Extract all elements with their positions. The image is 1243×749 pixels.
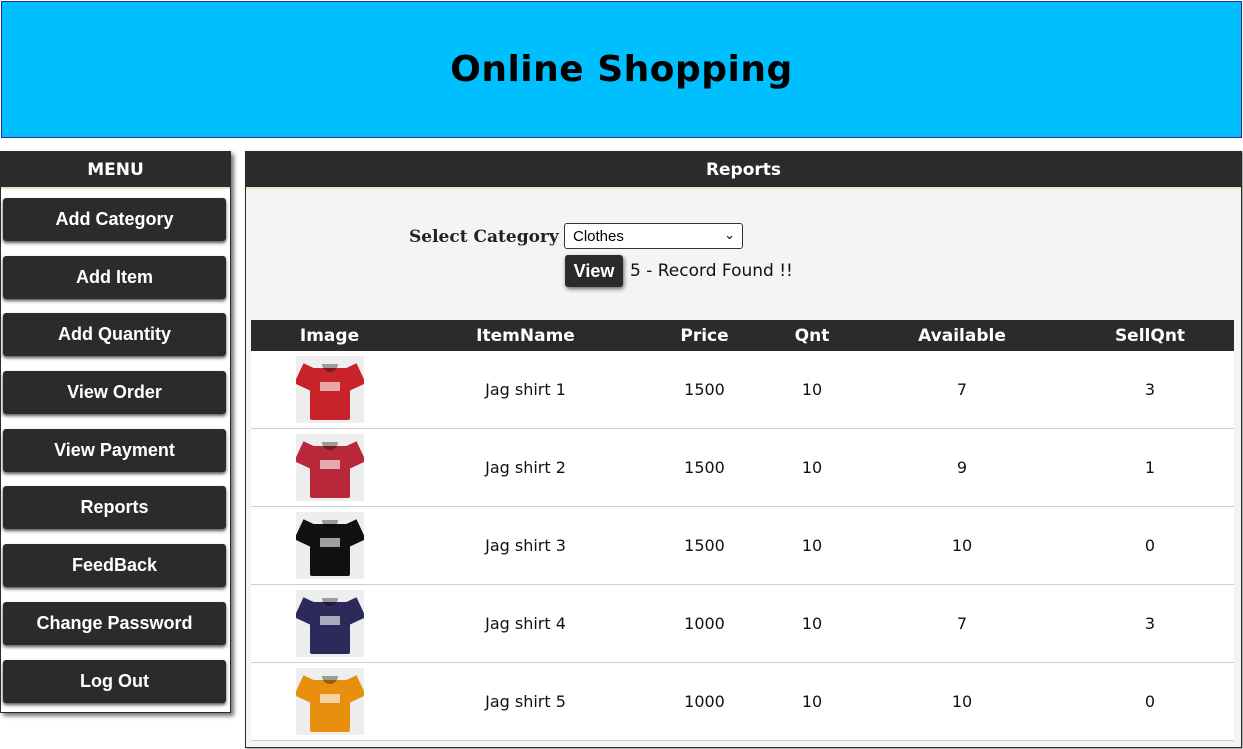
cell-sellqnt: 1 — [1066, 428, 1234, 507]
cell-itemname: Jag shirt 5 — [408, 662, 643, 741]
menu-title: MENU — [1, 152, 230, 189]
reports-panel: Reports Select Category : Clothes ⌄ View… — [245, 151, 1242, 748]
cell-image — [251, 506, 408, 585]
cell-available: 10 — [858, 506, 1066, 585]
col-header-qnt: Qnt — [766, 320, 858, 351]
cell-itemname: Jag shirt 1 — [408, 351, 643, 429]
log-out-button[interactable]: Log Out — [3, 660, 226, 703]
cell-sellqnt: 0 — [1066, 662, 1234, 741]
col-header-sellqnt: SellQnt — [1066, 320, 1234, 351]
cell-sellqnt: 3 — [1066, 584, 1234, 663]
cell-image — [251, 662, 408, 741]
cell-price: 1500 — [643, 351, 766, 429]
cell-image — [251, 351, 408, 429]
change-password-button[interactable]: Change Password — [3, 602, 226, 645]
report-table: Image ItemName Price Qnt Available SellQ… — [251, 320, 1234, 741]
cell-price: 1000 — [643, 584, 766, 663]
cell-available: 7 — [858, 584, 1066, 663]
reports-button[interactable]: Reports — [3, 486, 226, 529]
cell-image — [251, 584, 408, 663]
cell-price: 1500 — [643, 428, 766, 507]
crimson-shirt-image — [295, 434, 364, 501]
table-row: Jag shirt 3 1500 10 10 0 — [251, 506, 1234, 585]
orange-shirt-image — [295, 668, 364, 735]
cell-available: 10 — [858, 662, 1066, 741]
view-order-button[interactable]: View Order — [3, 371, 226, 414]
cell-available: 9 — [858, 428, 1066, 507]
col-header-itemname: ItemName — [408, 320, 643, 351]
cell-image — [251, 428, 408, 507]
add-quantity-button[interactable]: Add Quantity — [3, 313, 226, 356]
category-selected-value: Clothes — [573, 227, 624, 245]
col-header-price: Price — [643, 320, 766, 351]
cell-qnt: 10 — [766, 506, 858, 585]
table-row: Jag shirt 2 1500 10 9 1 — [251, 428, 1234, 507]
cell-qnt: 10 — [766, 351, 858, 429]
col-header-image: Image — [251, 320, 408, 351]
table-row: Jag shirt 4 1000 10 7 3 — [251, 584, 1234, 663]
cell-itemname: Jag shirt 2 — [408, 428, 643, 507]
cell-price: 1500 — [643, 506, 766, 585]
panel-title: Reports — [246, 152, 1241, 189]
black-shirt-image — [295, 512, 364, 579]
cell-sellqnt: 0 — [1066, 506, 1234, 585]
cell-qnt: 10 — [766, 662, 858, 741]
add-item-button[interactable]: Add Item — [3, 256, 226, 299]
cell-qnt: 10 — [766, 584, 858, 663]
cell-price: 1000 — [643, 662, 766, 741]
sidebar-menu: MENU Add Category Add Item Add Quantity … — [0, 151, 231, 713]
category-select[interactable]: Clothes ⌄ — [564, 223, 743, 249]
col-header-available: Available — [858, 320, 1066, 351]
feedback-button[interactable]: FeedBack — [3, 544, 226, 587]
cell-itemname: Jag shirt 4 — [408, 584, 643, 663]
table-row: Jag shirt 1 1500 10 7 3 — [251, 351, 1234, 429]
add-category-button[interactable]: Add Category — [3, 198, 226, 241]
navy-shirt-image — [295, 590, 364, 657]
cell-qnt: 10 — [766, 428, 858, 507]
table-header-row: Image ItemName Price Qnt Available SellQ… — [251, 320, 1234, 351]
site-header: Online Shopping — [1, 1, 1242, 138]
record-count: 5 - Record Found !! — [630, 261, 793, 281]
cell-sellqnt: 3 — [1066, 351, 1234, 429]
site-title: Online Shopping — [450, 49, 793, 90]
category-label: Select Category : — [409, 227, 571, 247]
cell-available: 7 — [858, 351, 1066, 429]
red-shirt-image — [295, 356, 364, 423]
view-button[interactable]: View — [565, 255, 623, 287]
cell-itemname: Jag shirt 3 — [408, 506, 643, 585]
table-row: Jag shirt 5 1000 10 10 0 — [251, 662, 1234, 741]
chevron-down-icon: ⌄ — [724, 227, 735, 242]
view-payment-button[interactable]: View Payment — [3, 429, 226, 472]
